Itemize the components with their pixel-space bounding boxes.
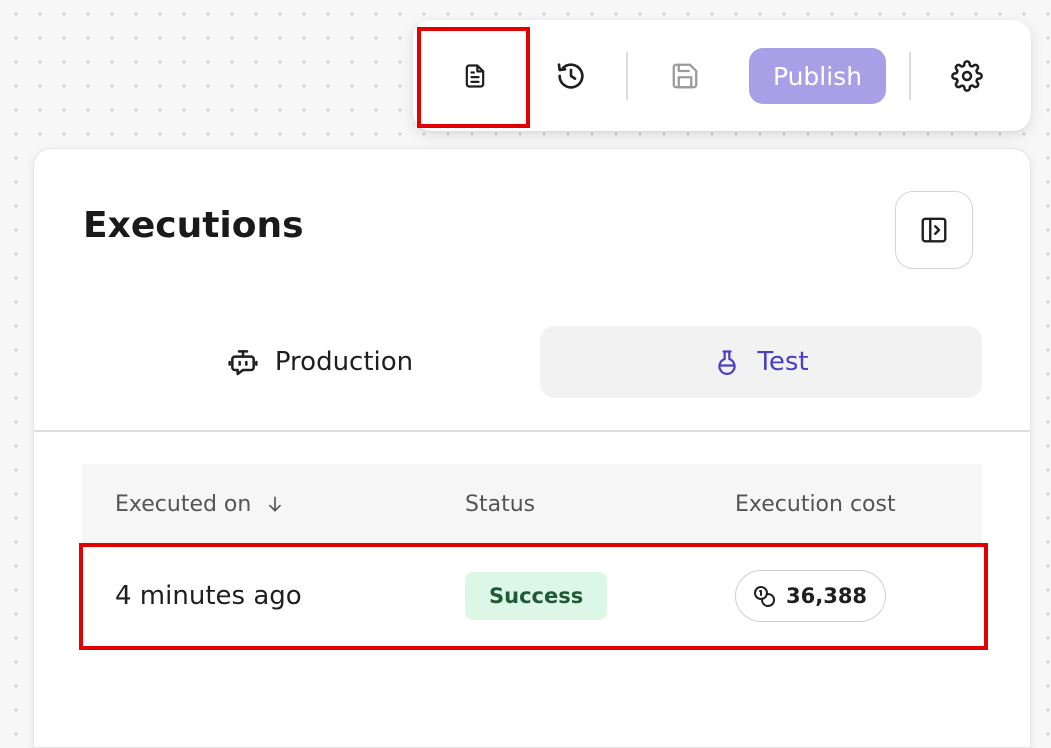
toolbar-divider xyxy=(626,52,628,100)
collapse-panel-button[interactable] xyxy=(895,191,973,269)
page-title: Executions xyxy=(83,205,304,246)
file-text-icon xyxy=(465,64,485,88)
editor-toolbar: Publish xyxy=(413,20,1031,131)
tab-test-label: Test xyxy=(757,347,809,377)
executions-panel: Executions Production Test Executed on S… xyxy=(33,148,1031,748)
save-button[interactable] xyxy=(645,48,725,104)
tab-test[interactable]: Test xyxy=(540,326,982,398)
column-header-status: Status xyxy=(465,464,535,544)
notes-button[interactable] xyxy=(423,34,527,118)
bot-icon xyxy=(228,350,258,376)
save-icon xyxy=(672,63,698,89)
table-header: Executed on Status Execution cost xyxy=(82,464,982,544)
column-header-label: Status xyxy=(465,491,536,517)
history-button[interactable] xyxy=(531,48,611,104)
execution-cost-value: 36,388 xyxy=(786,584,868,608)
tab-production[interactable]: Production xyxy=(99,326,541,398)
gear-icon xyxy=(951,60,983,92)
table-row[interactable]: 4 minutes ago Success 36,388 xyxy=(82,546,982,646)
status-badge: Success xyxy=(465,572,608,620)
column-header-label: Executed on xyxy=(115,491,252,517)
panel-right-icon xyxy=(921,217,947,243)
column-header-execution-cost: Execution cost xyxy=(735,464,896,544)
coins-icon xyxy=(754,586,775,607)
history-icon xyxy=(557,63,584,89)
settings-button[interactable] xyxy=(927,48,1007,104)
arrow-down-icon xyxy=(269,496,282,512)
publish-button[interactable]: Publish xyxy=(749,48,886,104)
toolbar-divider xyxy=(909,52,911,100)
execution-cost-pill: 36,388 xyxy=(735,570,887,622)
flask-icon xyxy=(718,350,737,375)
executed-on-cell: 4 minutes ago xyxy=(115,581,302,611)
column-header-label: Execution cost xyxy=(735,491,896,517)
tab-production-label: Production xyxy=(274,347,414,377)
panel-divider xyxy=(34,430,1030,432)
column-header-executed-on[interactable]: Executed on xyxy=(115,464,285,544)
